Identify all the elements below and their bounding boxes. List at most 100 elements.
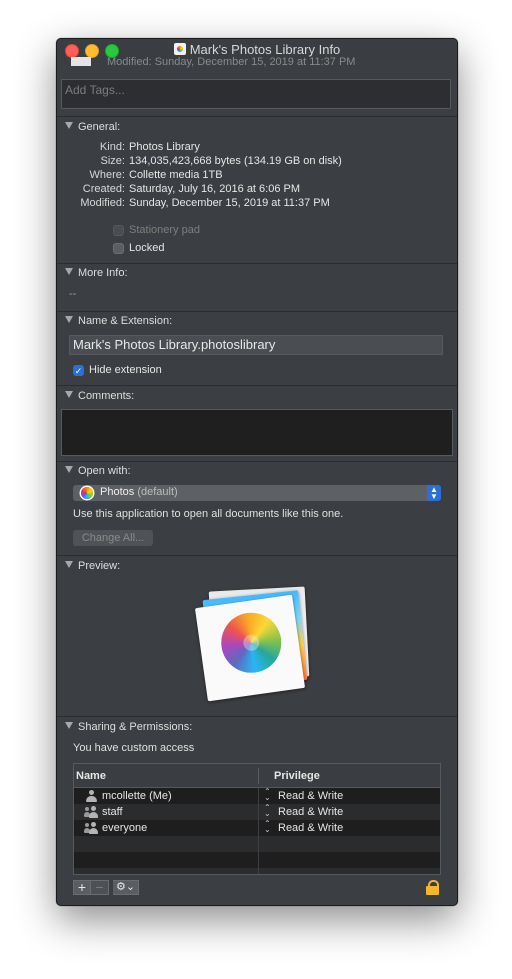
section-sharing-header[interactable]: Sharing & Permissions: <box>65 721 192 733</box>
modified-peek-text: Modified: Sunday, December 15, 2019 at 1… <box>107 56 356 68</box>
column-separator <box>258 788 259 874</box>
access-text: You have custom access <box>73 742 195 754</box>
popup-arrows-icon: ▲ ▼ <box>427 485 441 501</box>
general-row-created: Created: Saturday, July 16, 2016 at 6:06… <box>57 183 457 197</box>
general-row-where: Where: Collette media 1TB <box>57 169 457 183</box>
size-value: 134,035,423,668 bytes (134.19 GB on disk… <box>129 155 342 167</box>
row-name: mcollette (Me) <box>102 790 172 802</box>
permissions-table: Name Privilege mcollette (Me) ⌃ ⌄ Read & … <box>73 763 441 875</box>
general-row-modified: Modified: Sunday, December 15, 2019 at 1… <box>57 197 457 211</box>
column-header-privilege[interactable]: Privilege <box>274 770 320 782</box>
disclosure-triangle-icon <box>65 561 73 568</box>
kind-label: Kind: <box>99 141 125 153</box>
preview-image <box>194 586 317 702</box>
disclosure-triangle-icon <box>65 122 73 129</box>
table-row[interactable]: staff ⌃ ⌄ Read & Write <box>74 804 440 820</box>
section-general-label: General: <box>78 121 121 133</box>
where-label: Where: <box>89 169 125 181</box>
disclosure-triangle-icon <box>65 391 73 398</box>
table-row[interactable]: everyone ⌃ ⌄ Read & Write <box>74 820 440 836</box>
table-row[interactable]: mcollette (Me) ⌃ ⌄ Read & Write <box>74 788 440 804</box>
name-field[interactable]: Mark's Photos Library.photoslibrary <box>69 335 443 355</box>
section-sharing-label: Sharing & Permissions: <box>78 721 193 733</box>
hide-extension-label: Hide extension <box>89 364 162 376</box>
window-title-wrap: Mark's Photos Library Info <box>57 42 457 57</box>
section-open-with-label: Open with: <box>78 465 131 477</box>
group-icon <box>84 806 98 818</box>
photos-app-icon <box>81 487 93 499</box>
photos-library-icon <box>173 43 186 55</box>
disclosure-triangle-icon <box>65 316 73 323</box>
gear-menu-button[interactable]: ⚙⌄ <box>113 880 139 895</box>
kind-value: Photos Library <box>129 141 200 153</box>
size-label: Size: <box>100 155 125 167</box>
where-value: Collette media 1TB <box>129 169 223 181</box>
locked-checkbox[interactable] <box>113 243 124 254</box>
row-privilege[interactable]: Read & Write <box>278 806 343 818</box>
row-privilege[interactable]: Read & Write <box>278 790 343 802</box>
preview-card-front <box>194 594 306 702</box>
section-more-info-header[interactable]: More Info: <box>65 267 128 279</box>
stationery-pad-label: Stationery pad <box>129 224 200 236</box>
section-preview-header[interactable]: Preview: <box>65 560 120 572</box>
checkmark-icon: ✓ <box>74 366 83 376</box>
hide-extension-checkbox[interactable]: ✓ <box>73 365 84 376</box>
section-comments-label: Comments: <box>78 390 135 402</box>
created-value: Saturday, July 16, 2016 at 6:06 PM <box>129 183 301 195</box>
modified-label: Modified: <box>80 197 125 209</box>
info-window: Mark's Photos Library Info Modified: Sun… <box>56 38 458 906</box>
table-header: Name Privilege <box>74 764 440 788</box>
modified-peek: Modified: Sunday, December 15, 2019 at 1… <box>71 56 355 68</box>
stepper-arrows-icon[interactable]: ⌃ ⌄ <box>264 804 271 818</box>
add-user-button[interactable]: + <box>73 880 91 895</box>
permissions-toolbar: + − ⚙⌄ <box>73 880 139 895</box>
section-name-extension-header[interactable]: Name & Extension: <box>65 315 172 327</box>
section-comments-header[interactable]: Comments: <box>65 390 134 402</box>
open-with-app: Photos (default) <box>100 486 178 498</box>
change-all-button[interactable]: Change All... <box>73 530 153 546</box>
empty-row <box>74 852 440 868</box>
open-with-popup[interactable]: Photos (default) ▲ ▼ <box>73 485 441 501</box>
modified-value: Sunday, December 15, 2019 at 11:37 PM <box>129 197 330 209</box>
divider <box>57 716 457 717</box>
disclosure-triangle-icon <box>65 466 73 473</box>
tags-field[interactable]: Add Tags... <box>61 79 451 109</box>
comments-textarea[interactable] <box>61 409 453 456</box>
row-name: staff <box>102 806 123 818</box>
open-with-default: (default) <box>137 486 178 498</box>
remove-user-button[interactable]: − <box>91 880 109 895</box>
row-privilege[interactable]: Read & Write <box>278 822 343 834</box>
column-separator <box>258 768 259 784</box>
general-row-size: Size: 134,035,423,668 bytes (134.19 GB o… <box>57 155 457 169</box>
column-header-name[interactable]: Name <box>76 770 106 782</box>
photos-flower-icon <box>217 608 286 677</box>
empty-row <box>74 868 440 874</box>
open-with-app-name: Photos <box>100 486 135 498</box>
window-title: Mark's Photos Library Info <box>189 42 341 57</box>
disclosure-triangle-icon <box>65 722 73 729</box>
row-name: everyone <box>102 822 148 834</box>
section-more-info-label: More Info: <box>78 267 128 279</box>
disclosure-triangle-icon <box>65 268 73 275</box>
lock-icon[interactable] <box>426 880 439 895</box>
user-icon <box>85 790 97 802</box>
section-preview-label: Preview: <box>78 560 121 572</box>
divider <box>57 263 457 264</box>
empty-row <box>74 836 440 852</box>
flower-center <box>242 633 261 652</box>
open-with-description: Use this application to open all documen… <box>73 508 344 520</box>
divider <box>57 311 457 312</box>
stationery-pad-checkbox[interactable] <box>113 225 124 236</box>
more-info-value: -- <box>69 288 77 300</box>
divider <box>57 555 457 556</box>
group-icon <box>84 822 98 834</box>
stepper-arrows-icon[interactable]: ⌃ ⌄ <box>264 788 271 802</box>
divider <box>57 385 457 386</box>
file-icon <box>71 57 91 66</box>
created-label: Created: <box>82 183 125 195</box>
stepper-arrows-icon[interactable]: ⌃ ⌄ <box>264 820 271 834</box>
section-name-extension-label: Name & Extension: <box>78 315 173 327</box>
section-general-header[interactable]: General: <box>65 121 120 133</box>
section-open-with-header[interactable]: Open with: <box>65 465 131 477</box>
divider <box>57 116 457 117</box>
